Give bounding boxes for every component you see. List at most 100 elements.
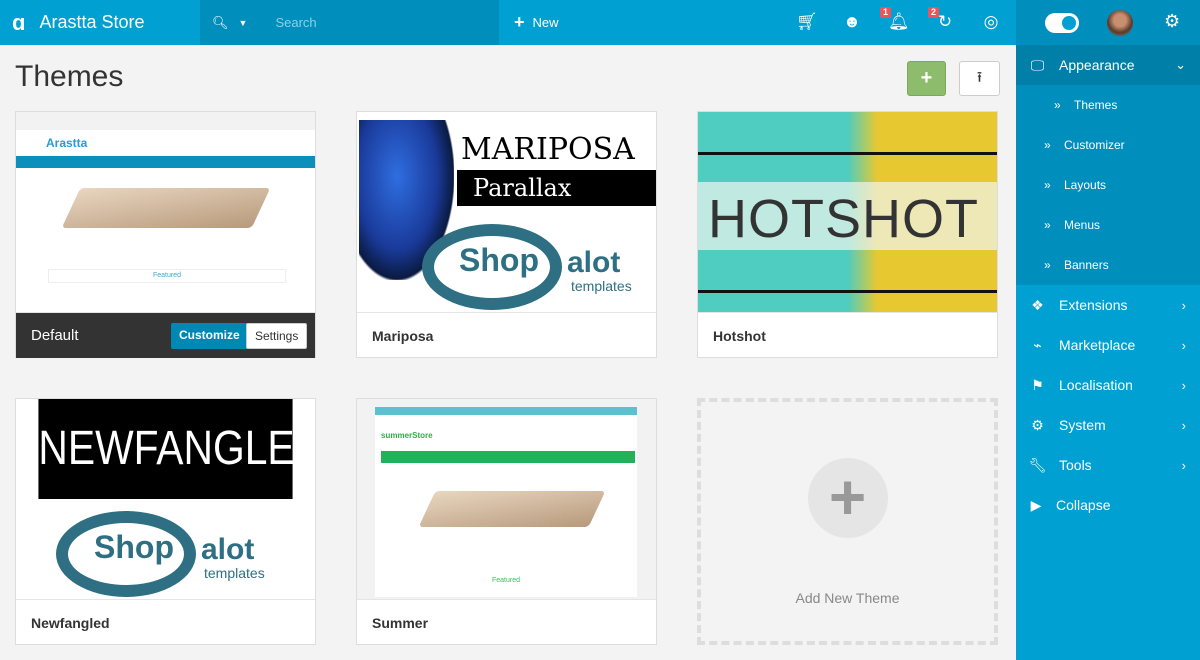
preview-alot: alot	[567, 246, 621, 279]
sidebar-item-label: Collapse	[1056, 497, 1111, 513]
sidebar-subitem-label: Customizer	[1064, 138, 1125, 152]
sidebar-item-label: Tools	[1059, 457, 1092, 473]
sidebar-subitem-menus[interactable]: » Menus	[1016, 205, 1200, 245]
theme-name: Hotshot	[713, 327, 766, 344]
theme-card-default: Arastta Featured Default Customize Setti…	[15, 111, 316, 358]
sidebar-item-label: System	[1059, 417, 1106, 433]
sidebar-item-label: Extensions	[1059, 297, 1128, 313]
theme-footer: Hotshot	[698, 312, 997, 358]
theme-preview[interactable]: MARIPOSA Parallax Shop alot templates	[357, 112, 656, 312]
theme-card-newfangled: NEWFANGLED Shop alot templates Newfangle…	[15, 398, 316, 645]
search-bar: 🔍︎ ▼ Search	[200, 0, 499, 45]
chevron-down-icon: ⌄	[1175, 57, 1186, 72]
upload-icon: ⭱	[976, 69, 983, 86]
theme-footer: Default Customize Settings	[16, 312, 315, 358]
add-new-theme-tile[interactable]: + Add New Theme	[697, 398, 998, 645]
settings-button[interactable]: Settings	[246, 323, 308, 349]
preview-alot: alot	[201, 533, 255, 566]
theme-card-hotshot: HOTSHOT Hotshot	[697, 111, 998, 358]
double-chevron-icon: »	[1044, 258, 1051, 272]
flag-icon: ⚑	[1031, 376, 1044, 393]
sidebar-item-tools[interactable]: 🔧︎ Tools ›	[1016, 445, 1200, 485]
customize-button[interactable]: Customize	[171, 323, 248, 349]
sidebar-subitem-customizer[interactable]: » Customizer	[1016, 125, 1200, 165]
theme-footer: Newfangled	[16, 599, 315, 645]
chevron-right-icon: ›	[1181, 297, 1186, 313]
caret-down-icon[interactable]: ▼	[239, 18, 248, 28]
theme-preview[interactable]: summerStore Featured	[357, 399, 656, 599]
page-title: Themes	[15, 60, 124, 93]
theme-footer: Summer	[357, 599, 656, 645]
sidebar-item-marketplace[interactable]: ⌁ Marketplace ›	[1016, 325, 1200, 365]
search-input[interactable]: Search	[275, 15, 316, 30]
theme-name: Newfangled	[31, 614, 110, 631]
sidebar-item-label: Localisation	[1059, 377, 1133, 393]
sidebar-subitem-layouts[interactable]: » Layouts	[1016, 165, 1200, 205]
preview-templates: templates	[571, 278, 632, 294]
preview-templates: templates	[204, 565, 265, 581]
sidebar-item-appearance[interactable]: 🖵︎ Appearance ⌄	[1016, 45, 1200, 85]
preview-shop: Shop	[94, 529, 174, 565]
sidebar-subitem-themes[interactable]: » Themes	[1016, 85, 1200, 125]
preview-logo: summerStore	[381, 431, 433, 440]
sidebar-item-localisation[interactable]: ⚑ Localisation ›	[1016, 365, 1200, 405]
sidebar-subitem-banners[interactable]: » Banners	[1016, 245, 1200, 285]
double-chevron-icon: »	[1044, 178, 1051, 192]
preview-subtitle: Parallax	[457, 170, 656, 206]
chevron-right-icon: ›	[1181, 457, 1186, 473]
sidebar-item-system[interactable]: ⚙ System ›	[1016, 405, 1200, 445]
sidebar-item-extensions[interactable]: ❖ Extensions ›	[1016, 285, 1200, 325]
chevron-right-icon: ›	[1181, 377, 1186, 393]
theme-preview[interactable]: NEWFANGLED Shop alot templates	[16, 399, 315, 599]
brand[interactable]: ɑ Arastta Store	[12, 0, 145, 45]
wrench-icon: 🔧︎	[1028, 456, 1047, 473]
new-label: New	[532, 15, 559, 30]
chevron-right-icon: ›	[1181, 417, 1186, 433]
gear-icon: ⚙	[1031, 416, 1044, 433]
theme-name: Summer	[372, 614, 429, 631]
preview-title: HOTSHOT	[708, 189, 979, 249]
mode-toggle[interactable]	[1045, 13, 1079, 33]
cart-icon[interactable]: 🛒︎	[796, 12, 818, 32]
sidebar-header: ⚙	[1016, 0, 1200, 45]
theme-name: Default	[31, 327, 79, 344]
plus-icon: +	[807, 458, 888, 538]
gears-icon[interactable]: ⚙	[1164, 11, 1180, 32]
theme-preview[interactable]: Arastta Featured	[16, 112, 315, 312]
preview-featured: Featured	[491, 577, 521, 584]
plus-icon: +	[514, 12, 525, 32]
sidebar-subitem-label: Banners	[1064, 258, 1109, 272]
plug-icon: ⌁	[1033, 336, 1042, 353]
sidebar: ⚙ 🖵︎ Appearance ⌄ » Themes » Customizer » Lay…	[1016, 0, 1200, 660]
avatar[interactable]	[1107, 10, 1133, 36]
puzzle-icon: ❖	[1031, 296, 1044, 313]
brand-name: Arastta Store	[39, 12, 145, 32]
chevron-right-icon: ›	[1181, 337, 1186, 353]
user-icon[interactable]: ☻	[842, 12, 862, 32]
desktop-icon: 🖵︎	[1030, 56, 1045, 73]
sidebar-item-collapse[interactable]: ▶ Collapse	[1016, 485, 1200, 525]
notifications-badge: 1	[880, 7, 892, 18]
top-bar: ɑ Arastta Store 🔍︎ ▼ Search + New 🛒︎ ☻ 🔔︎ 1…	[0, 0, 1016, 45]
life-ring-icon[interactable]: ◎	[981, 12, 1001, 32]
preview-featured: Featured	[48, 269, 286, 283]
theme-preview[interactable]: HOTSHOT	[698, 112, 997, 312]
upload-theme-button[interactable]: ⭱	[959, 61, 1000, 96]
add-new-theme-label: Add New Theme	[795, 590, 900, 606]
new-button[interactable]: + New	[514, 0, 559, 45]
play-circle-icon: ▶	[1030, 496, 1042, 513]
preview-shop: Shop	[459, 242, 539, 278]
double-chevron-icon: »	[1044, 218, 1051, 232]
preview-title: MARIPOSA	[461, 132, 635, 167]
updates-badge: 2	[928, 7, 940, 18]
preview-logo: Arastta	[46, 136, 88, 150]
sidebar-item-label: Appearance	[1059, 57, 1135, 73]
theme-footer: Mariposa	[357, 312, 656, 358]
sidebar-subitem-label: Layouts	[1064, 178, 1107, 192]
double-chevron-icon: »	[1054, 98, 1061, 112]
add-theme-button[interactable]: +	[907, 61, 946, 96]
search-icon[interactable]: 🔍︎	[212, 15, 229, 31]
arastta-logo-icon: ɑ	[12, 9, 26, 35]
sidebar-subitem-label: Themes	[1074, 98, 1118, 112]
theme-card-summer: summerStore Featured Summer	[356, 398, 657, 645]
